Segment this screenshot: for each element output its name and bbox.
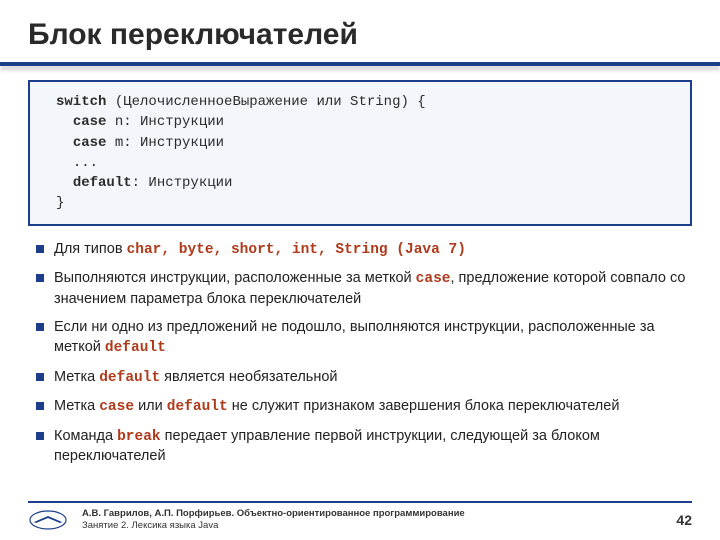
code-line: ... [56, 153, 676, 173]
footer: А.В. Гаврилов, А.П. Порфирьев. Объектно-… [0, 501, 720, 532]
slide-title: Блок переключателей [28, 18, 692, 52]
footer-divider [28, 501, 692, 503]
code-line: switch (ЦелочисленноеВыражение или Strin… [56, 92, 676, 112]
code-line: } [56, 193, 676, 213]
footer-line2: Занятие 2. Лексика языка Java [82, 520, 666, 532]
footer-text: А.В. Гаврилов, А.П. Порфирьев. Объектно-… [82, 508, 666, 532]
list-item: Команда break передает управление первой… [36, 427, 692, 467]
code-line: default: Инструкции [56, 173, 676, 193]
list-item: Если ни одно из предложений не подошло, … [36, 318, 692, 358]
title-underline [0, 62, 720, 66]
page-number: 42 [676, 512, 692, 528]
footer-line1: А.В. Гаврилов, А.П. Порфирьев. Объектно-… [82, 508, 666, 520]
logo-icon [28, 509, 68, 531]
footer-content: А.В. Гаврилов, А.П. Порфирьев. Объектно-… [28, 508, 692, 532]
list-item: Метка case или default не служит признак… [36, 397, 692, 418]
slide: Блок переключателей switch (Целочисленно… [0, 0, 720, 540]
list-item: Выполняются инструкции, расположенные за… [36, 269, 692, 309]
bullet-list: Для типов char, byte, short, int, String… [28, 240, 692, 467]
list-item: Метка default является необязательной [36, 368, 692, 389]
list-item: Для типов char, byte, short, int, String… [36, 240, 692, 261]
code-line: case n: Инструкции [56, 112, 676, 132]
code-block: switch (ЦелочисленноеВыражение или Strin… [28, 80, 692, 226]
code-line: case m: Инструкции [56, 133, 676, 153]
